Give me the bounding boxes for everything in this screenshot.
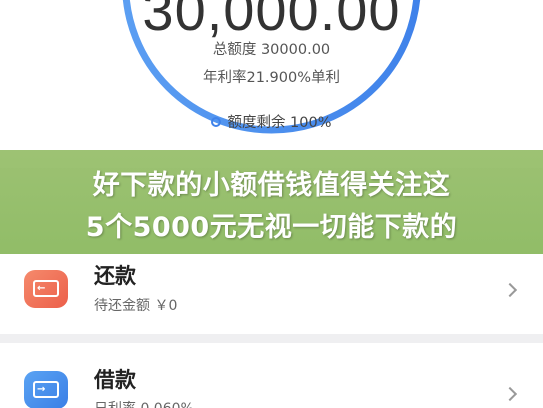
wallet-icon: ← — [24, 270, 68, 308]
total-limit-text: 总额度 30000.00 — [212, 42, 331, 58]
remaining-limit-text: 额度剩余 100% — [227, 115, 332, 131]
chevron-right-icon — [502, 282, 518, 298]
ring-dot-icon — [211, 116, 222, 127]
repay-amount-text: 待还金额 ￥0 — [94, 298, 178, 314]
chevron-right-icon — [502, 386, 518, 402]
card-icon: → — [24, 371, 68, 408]
annual-rate-text: 年利率21.900%单利 — [202, 70, 340, 86]
borrow-title: 借款 — [94, 368, 136, 392]
banner-title-line-1: 好下款的小额借钱值得关注这 — [92, 170, 451, 201]
borrow-card[interactable]: → 借款 日利率 0.060% — [0, 343, 543, 408]
credit-summary-panel: 30,000.00 总额度 30000.00 年利率21.900%单利 额度剩余… — [0, 0, 543, 168]
repay-card[interactable]: ← 还款 待还金额 ￥0 — [0, 254, 543, 334]
available-amount: 30,000.00 — [142, 0, 401, 42]
remaining-limit-row: 额度剩余 100% — [0, 111, 543, 132]
daily-rate-text: 日利率 0.060% — [94, 398, 194, 408]
repay-title: 还款 — [94, 264, 136, 288]
banner-title-line-2: 5个5000元无视一切能下款的 — [85, 212, 458, 243]
